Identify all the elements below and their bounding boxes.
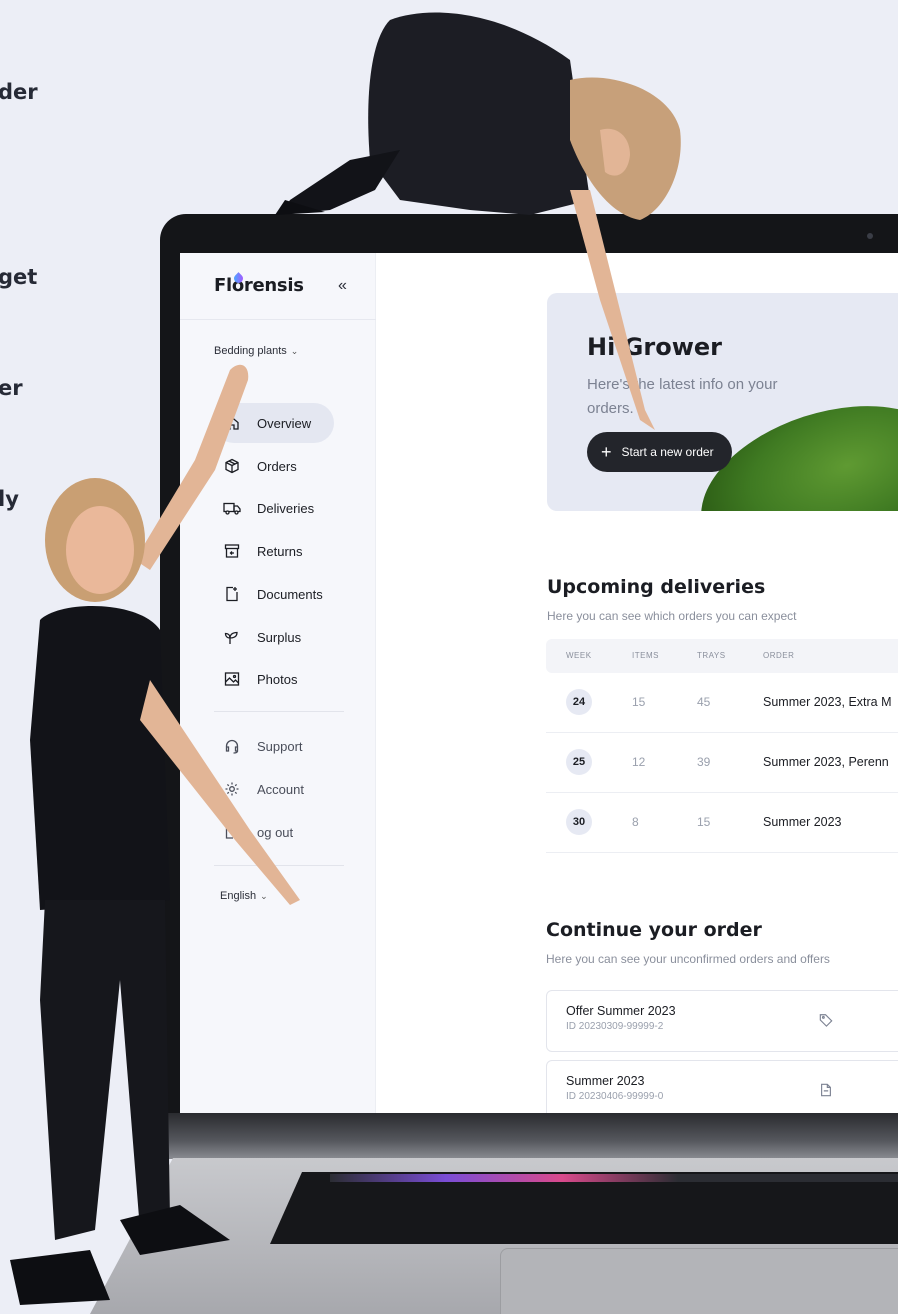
order-name: Offer Summer 2023 [566, 1004, 676, 1018]
person-crouching-image [275, 12, 681, 430]
week-badge: 30 [566, 809, 592, 835]
table-row[interactable]: 30 8 15 Summer 2023 [546, 793, 898, 853]
order-id: ID 20230406-99999-0 [566, 1091, 664, 1102]
order-name: Summer 2023 [566, 1074, 645, 1088]
trays-cell: 39 [697, 755, 711, 769]
trays-cell: 15 [697, 815, 711, 829]
items-cell: 15 [632, 695, 646, 709]
continue-subtitle: Here you can see your unconfirmed orders… [546, 952, 830, 966]
column-header-week: WEEK [566, 651, 592, 660]
column-header-order: ORDER [763, 651, 795, 660]
trackpad [500, 1248, 898, 1314]
table-header: WEEK ITEMS TRAYS ORDER [546, 639, 898, 673]
table-row[interactable]: 24 15 45 Summer 2023, Extra M [546, 673, 898, 733]
trays-cell: 45 [697, 695, 711, 709]
person-standing-image [10, 364, 300, 1305]
document-icon [819, 1083, 833, 1102]
week-badge: 25 [566, 749, 592, 775]
deliveries-table: WEEK ITEMS TRAYS ORDER 24 15 45 Summer 2… [546, 639, 898, 853]
camera-icon [867, 233, 873, 239]
order-cell: Summer 2023 [763, 815, 842, 829]
keyboard [270, 1172, 898, 1244]
promo-line: der [0, 80, 38, 104]
table-row[interactable]: 25 12 39 Summer 2023, Perenn [546, 733, 898, 793]
order-cell: Summer 2023, Perenn [763, 755, 889, 769]
tag-icon [819, 1013, 833, 1032]
column-header-trays: TRAYS [697, 651, 726, 660]
deliveries-title: Upcoming deliveries [547, 576, 766, 598]
promo-line: get [0, 265, 38, 289]
touchbar [330, 1174, 898, 1182]
unconfirmed-order-card[interactable]: Summer 2023 ID 20230406-99999-0 [546, 1060, 898, 1113]
unconfirmed-order-card[interactable]: Offer Summer 2023 ID 20230309-99999-2 [546, 990, 898, 1052]
deliveries-subtitle: Here you can see which orders you can ex… [547, 609, 797, 623]
order-cell: Summer 2023, Extra M [763, 695, 892, 709]
items-cell: 8 [632, 815, 639, 829]
continue-title: Continue your order [546, 919, 762, 941]
plus-icon: + [601, 442, 612, 462]
order-id: ID 20230309-99999-2 [566, 1021, 664, 1032]
week-badge: 24 [566, 689, 592, 715]
column-header-items: ITEMS [632, 651, 659, 660]
start-new-order-label: Start a new order [621, 445, 714, 459]
items-cell: 12 [632, 755, 646, 769]
